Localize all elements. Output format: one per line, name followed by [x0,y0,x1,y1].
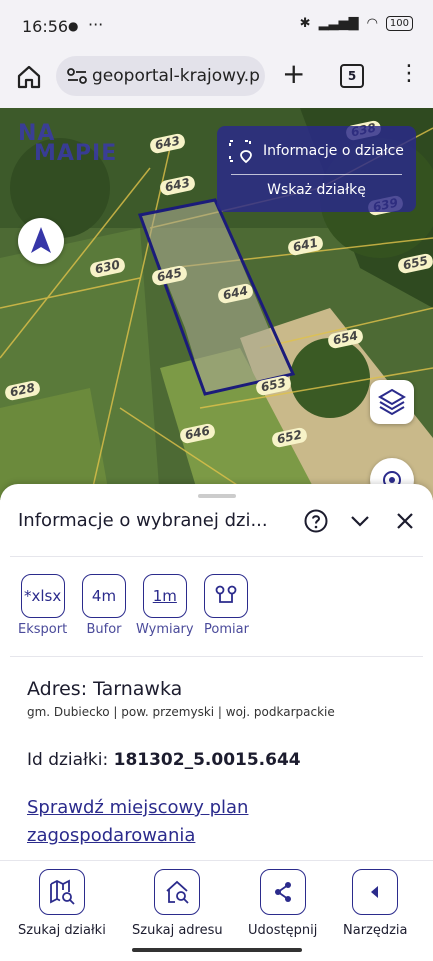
nav-search-plot-label: Szukaj działki [18,923,106,938]
chevron-down-icon[interactable] [347,508,373,534]
address-title: Adres: Tarnawka [27,678,183,700]
nav-search-address[interactable]: Szukaj adresu [132,869,223,938]
wifi-icon: ◠ [366,16,378,31]
more-notifications-icon: ··· [88,15,104,34]
sheet-title: Informacje o wybranej dzi... [18,510,268,531]
map-view[interactable]: 643 643 638 639 630 645 644 641 655 654 … [0,108,433,500]
buffer-button[interactable]: 4m Bufor [82,574,126,637]
zoning-plan-link[interactable]: Sprawdź miejscowy plan zagospodarowania [27,794,327,850]
new-tab-icon[interactable]: + [282,59,305,89]
navigation-arrow-icon [31,227,51,253]
chat-notification-icon: ● [68,19,79,33]
measure-icon [204,574,249,618]
export-xlsx-icon: *xlsx [20,574,65,618]
measure-label: Pomiar [204,622,249,637]
buffer-icon: 4m [82,574,126,618]
dimensions-button[interactable]: 1m Wymiary [136,574,194,637]
compass-button[interactable] [18,218,64,264]
buffer-label: Bufor [86,622,122,637]
battery-icon: 100 [385,16,413,31]
layers-icon [378,388,406,416]
bluetooth-icon: ✱ [299,16,311,31]
nav-tools[interactable]: Narzędzia [343,869,408,938]
status-bar: 16:56 ● ··· ✱ ▂▃▅▇ ◠ 100 [0,0,433,52]
home-icon[interactable] [16,64,42,90]
logo-line-2: MAPIE [34,141,118,166]
point-plot-button[interactable]: Wskaż działkę [217,182,416,198]
bottom-navigation: Szukaj działki Szukaj adresu Udostępnij [0,860,433,961]
nav-search-address-label: Szukaj adresu [132,923,223,938]
nav-share[interactable]: Udostępnij [248,869,317,938]
nav-tools-label: Narzędzia [343,923,408,938]
browser-toolbar: geoportal-krajowy.pl + 5 ⋮ [0,52,433,108]
nav-share-label: Udostępnij [248,923,318,938]
share-icon [259,869,306,915]
plot-id-label: Id działki: [27,750,109,770]
address-bar[interactable]: geoportal-krajowy.pl [56,56,265,96]
nav-search-plot[interactable]: Szukaj działki [18,869,106,938]
home-search-icon [154,869,201,915]
app-logo: NA MAPIE [18,123,118,166]
site-settings-icon[interactable] [66,66,88,86]
signal-icon: ▂▃▅▇ [318,16,359,31]
gesture-bar [132,948,302,952]
sheet-drag-handle[interactable] [198,494,236,498]
tab-count-button[interactable]: 5 [340,64,364,88]
status-icons: ✱ ▂▃▅▇ ◠ 100 [300,16,413,31]
plot-info-button[interactable]: Informacje o działce [227,138,404,164]
export-label: Eksport [18,622,68,637]
map-search-icon [38,869,85,915]
url-text: geoportal-krajowy.pl [92,66,260,86]
tools-icon [352,869,399,915]
plot-info-panel: Informacje o działce Wskaż działkę [217,126,416,212]
address-details: gm. Dubiecko | pow. przemyski | woj. pod… [27,705,335,719]
measure-button[interactable]: Pomiar [204,574,249,637]
close-icon[interactable] [392,508,418,534]
dimensions-icon: 1m [142,574,187,618]
plot-info-label: Informacje o działce [263,143,404,159]
help-icon[interactable] [303,508,329,534]
dimensions-label: Wymiary [136,622,194,637]
layers-button[interactable] [370,380,414,424]
divider [10,656,423,657]
divider [10,556,423,557]
plot-id-value: 181302_5.0015.644 [113,750,301,770]
panel-divider [231,174,402,175]
plot-id-row: Id działki: 181302_5.0015.644 [27,750,301,770]
export-button[interactable]: *xlsx Eksport [18,574,67,637]
plot-select-icon [229,140,252,164]
browser-menu-icon[interactable]: ⋮ [398,62,420,86]
status-time: 16:56 [22,17,69,36]
